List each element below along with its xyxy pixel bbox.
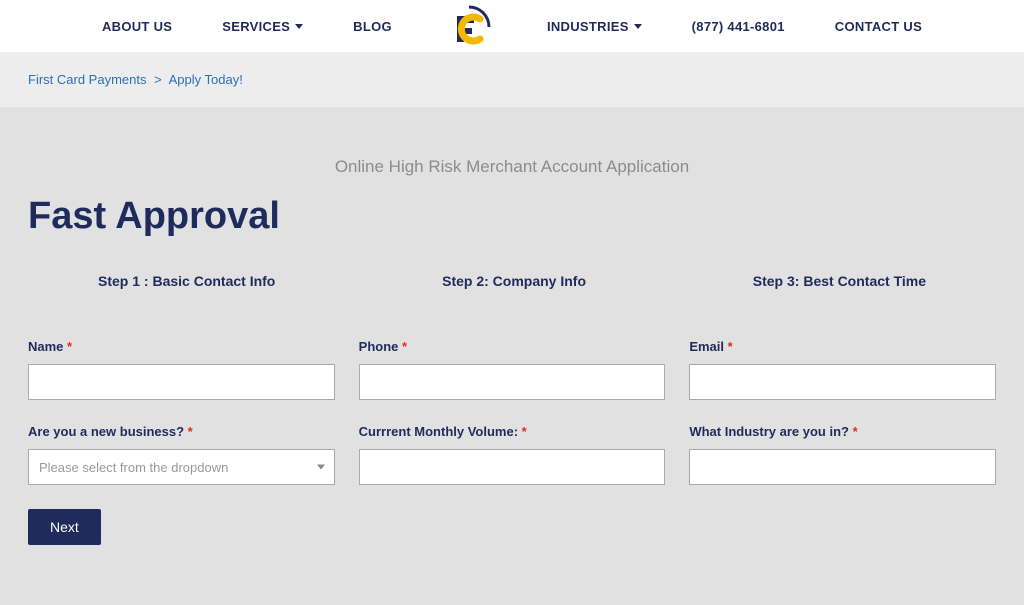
breadcrumb-home[interactable]: First Card Payments	[28, 72, 146, 87]
nav-phone[interactable]: (877) 441-6801	[692, 19, 785, 34]
email-input[interactable]	[689, 364, 996, 400]
new-business-select[interactable]: Please select from the dropdown	[28, 449, 335, 485]
steps-row: Step 1 : Basic Contact Info Step 2: Comp…	[28, 273, 996, 289]
nav-about[interactable]: ABOUT US	[102, 19, 172, 34]
nav-services[interactable]: SERVICES	[222, 19, 303, 34]
new-business-label: Are you a new business? *	[28, 424, 335, 439]
nav-contact[interactable]: CONTACT US	[835, 19, 922, 34]
step-3-label: Step 3: Best Contact Time	[753, 273, 926, 289]
breadcrumb: First Card Payments > Apply Today!	[28, 72, 996, 87]
chevron-down-icon	[634, 24, 642, 29]
step-2-label: Step 2: Company Info	[442, 273, 586, 289]
logo[interactable]	[442, 4, 497, 49]
industry-input[interactable]	[689, 449, 996, 485]
required-marker: *	[522, 424, 527, 439]
breadcrumb-bar: First Card Payments > Apply Today!	[0, 52, 1024, 107]
nav-industries[interactable]: INDUSTRIES	[547, 19, 642, 34]
industry-label: What Industry are you in? *	[689, 424, 996, 439]
email-label: Email *	[689, 339, 996, 354]
required-marker: *	[853, 424, 858, 439]
name-field-wrapper: Name *	[28, 339, 335, 400]
email-field-wrapper: Email *	[689, 339, 996, 400]
main-content: Online High Risk Merchant Account Applic…	[0, 107, 1024, 605]
main-nav: ABOUT US SERVICES BLOG INDUSTRIES (877) …	[102, 4, 922, 49]
required-marker: *	[728, 339, 733, 354]
step-1-label: Step 1 : Basic Contact Info	[98, 273, 275, 289]
new-business-select-wrapper: Please select from the dropdown	[28, 449, 335, 485]
select-placeholder: Please select from the dropdown	[39, 460, 228, 475]
breadcrumb-separator: >	[154, 72, 162, 87]
main-header: ABOUT US SERVICES BLOG INDUSTRIES (877) …	[0, 0, 1024, 52]
name-label: Name *	[28, 339, 335, 354]
next-button[interactable]: Next	[28, 509, 101, 545]
page-title: Fast Approval	[28, 195, 996, 238]
required-marker: *	[402, 339, 407, 354]
phone-field-wrapper: Phone *	[359, 339, 666, 400]
nav-blog[interactable]: BLOG	[353, 19, 392, 34]
phone-label: Phone *	[359, 339, 666, 354]
required-marker: *	[67, 339, 72, 354]
nav-services-label: SERVICES	[222, 19, 290, 34]
monthly-volume-label: Currrent Monthly Volume: *	[359, 424, 666, 439]
phone-input[interactable]	[359, 364, 666, 400]
nav-industries-label: INDUSTRIES	[547, 19, 629, 34]
monthly-volume-field-wrapper: Currrent Monthly Volume: *	[359, 424, 666, 485]
chevron-down-icon	[317, 465, 325, 470]
new-business-field-wrapper: Are you a new business? * Please select …	[28, 424, 335, 485]
page-subtitle: Online High Risk Merchant Account Applic…	[28, 157, 996, 177]
form-grid: Name * Phone * Email * Are you a new bus…	[28, 339, 996, 485]
name-input[interactable]	[28, 364, 335, 400]
chevron-down-icon	[295, 24, 303, 29]
breadcrumb-current: Apply Today!	[169, 72, 243, 87]
industry-field-wrapper: What Industry are you in? *	[689, 424, 996, 485]
logo-icon	[442, 4, 497, 49]
monthly-volume-input[interactable]	[359, 449, 666, 485]
required-marker: *	[188, 424, 193, 439]
